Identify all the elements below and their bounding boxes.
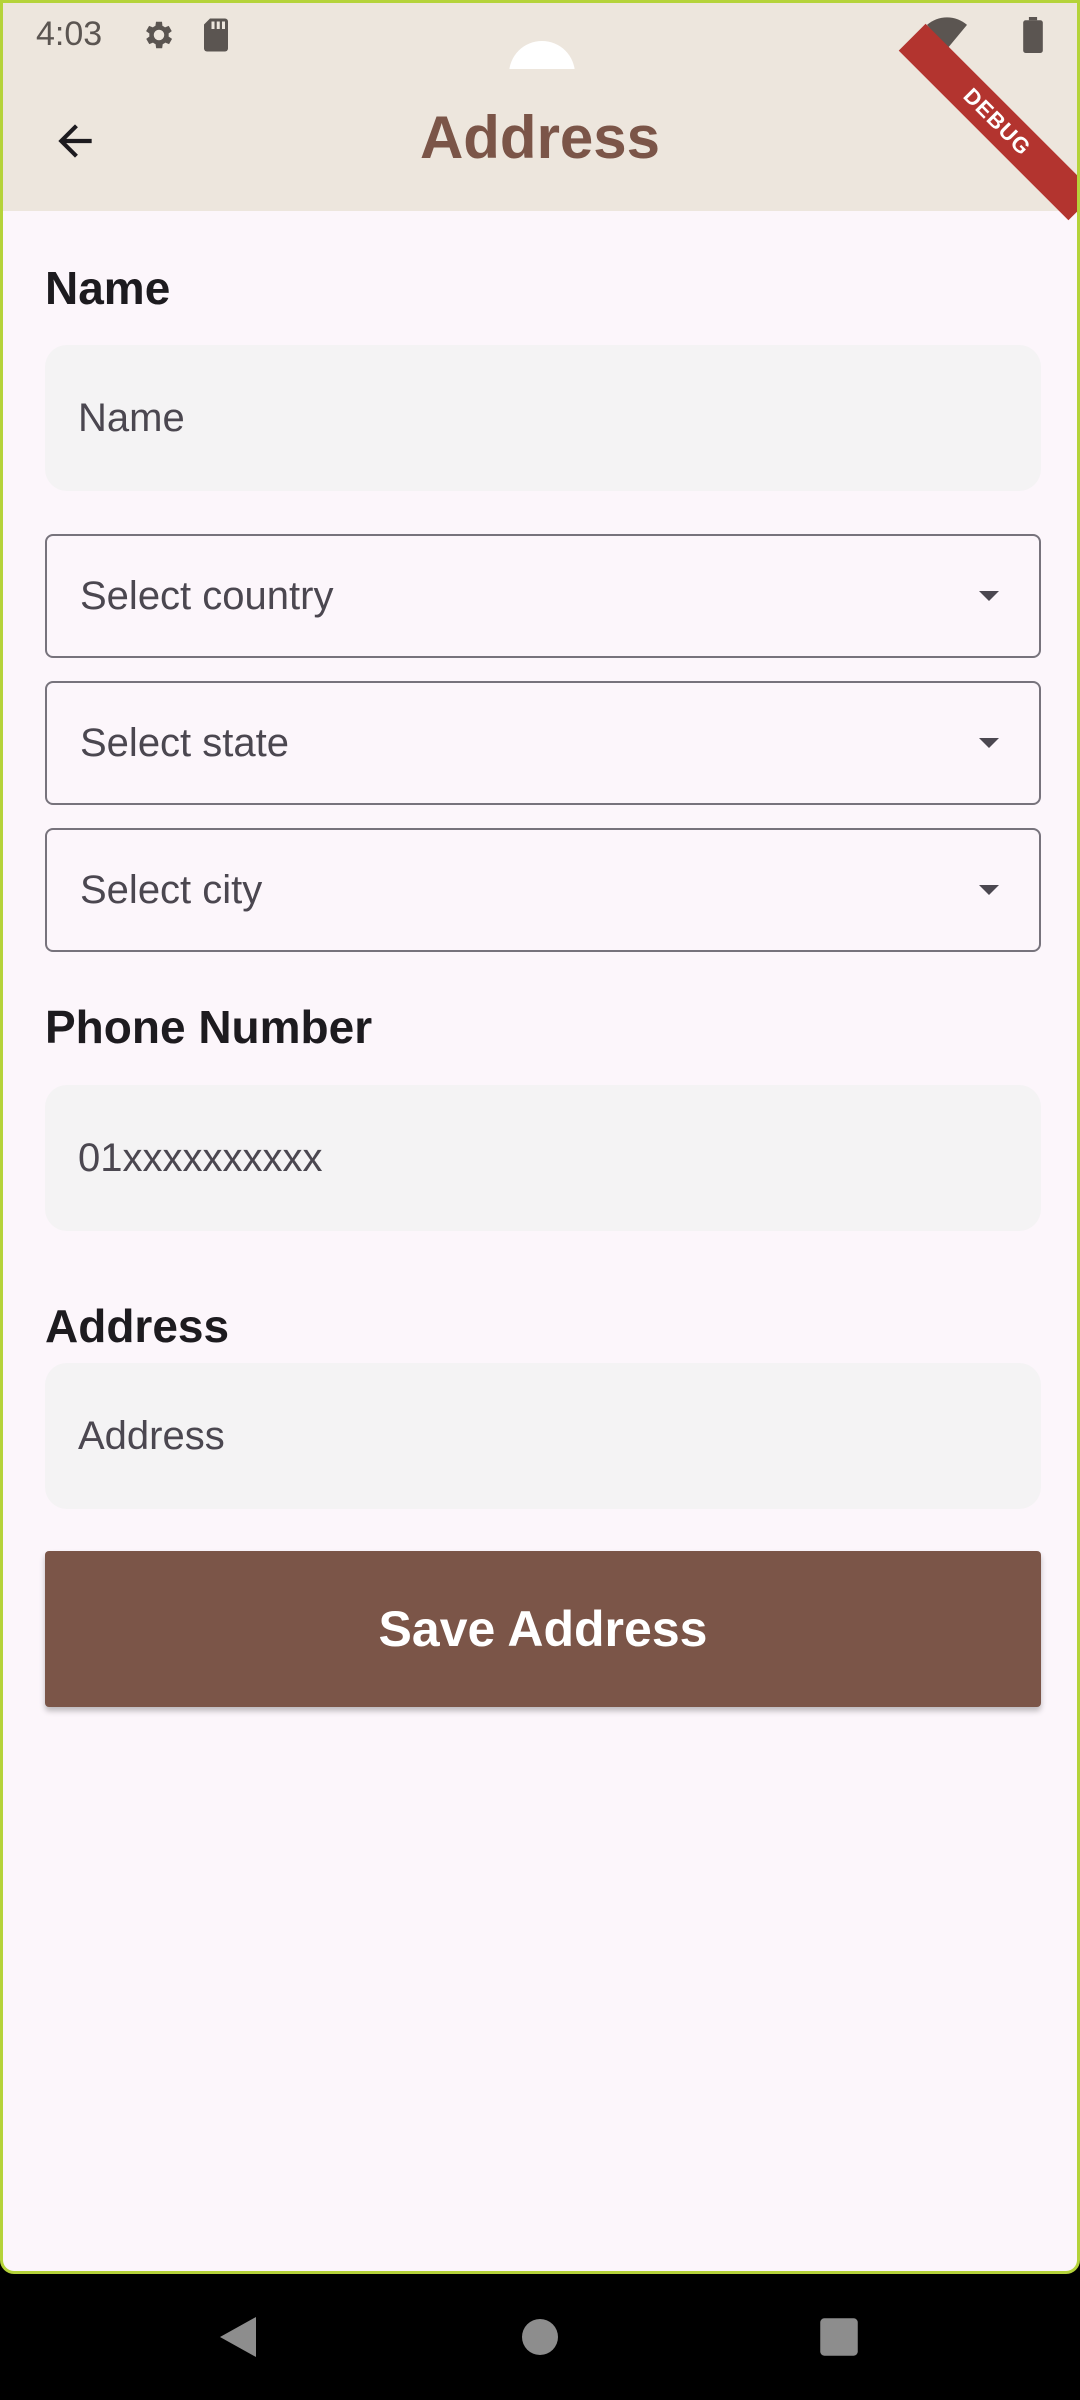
country-dropdown[interactable]: Select country [45,534,1041,658]
save-address-label: Save Address [378,1601,708,1657]
phone-input[interactable]: 01xxxxxxxxxx [45,1085,1041,1231]
status-time: 4:03 [36,15,103,53]
recents-square-icon[interactable] [818,2312,860,2367]
city-placeholder: Select city [80,867,263,912]
state-placeholder: Select state [80,720,290,765]
phone-label: Phone Number [45,1001,373,1053]
address-placeholder: Address [78,1413,225,1458]
name-label: Name [45,262,171,314]
name-placeholder: Name [78,395,185,440]
gear-icon [141,17,177,58]
address-input[interactable]: Address [45,1363,1041,1509]
city-dropdown[interactable]: Select city [45,828,1041,952]
back-triangle-icon[interactable] [216,2312,260,2367]
home-circle-icon[interactable] [520,2312,560,2367]
save-address-button[interactable]: Save Address [45,1551,1041,1707]
name-input[interactable]: Name [45,345,1041,491]
address-label: Address [45,1300,230,1352]
dropdown-arrow-icon [979,591,999,601]
dropdown-arrow-icon [979,738,999,748]
state-dropdown[interactable]: Select state [45,681,1041,805]
phone-placeholder: 01xxxxxxxxxx [78,1135,323,1180]
page-title: Address [419,104,661,171]
dropdown-arrow-icon [979,885,999,895]
country-placeholder: Select country [80,573,334,618]
system-nav-bar [0,2274,1080,2400]
battery-icon [1023,17,1043,58]
app-screen: 4:03 Address DEBUG Name Name Select coun… [0,0,1080,2274]
app-bar: Address DEBUG [3,23,1077,221]
sd-card-icon [199,17,233,58]
